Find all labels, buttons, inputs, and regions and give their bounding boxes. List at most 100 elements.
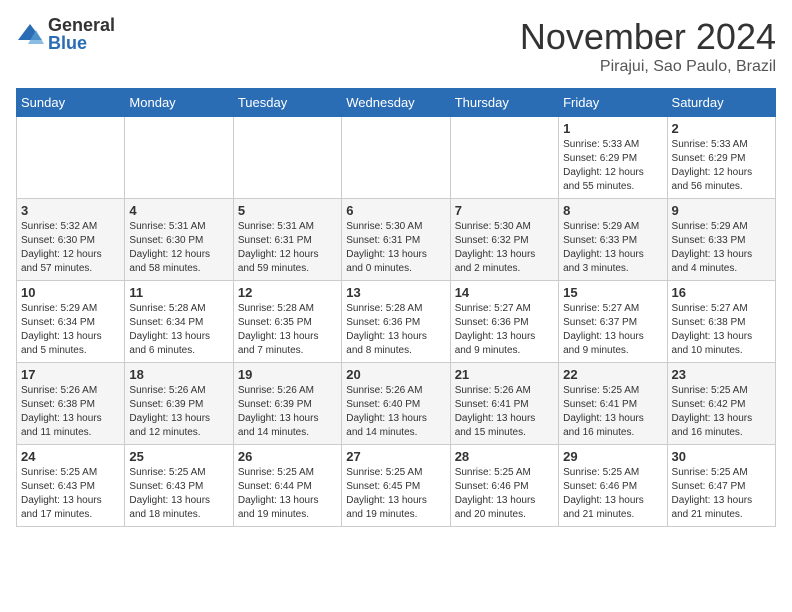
calendar-cell: 7Sunrise: 5:30 AM Sunset: 6:32 PM Daylig… bbox=[450, 199, 558, 281]
day-info: Sunrise: 5:29 AM Sunset: 6:33 PM Dayligh… bbox=[672, 220, 771, 276]
calendar-cell: 8Sunrise: 5:29 AM Sunset: 6:33 PM Daylig… bbox=[559, 199, 667, 281]
logo: General Blue bbox=[16, 16, 115, 52]
day-number: 27 bbox=[346, 449, 445, 464]
calendar-cell bbox=[342, 117, 450, 199]
calendar-cell bbox=[450, 117, 558, 199]
day-info: Sunrise: 5:28 AM Sunset: 6:36 PM Dayligh… bbox=[346, 302, 445, 358]
calendar-cell bbox=[17, 117, 125, 199]
day-number: 5 bbox=[238, 203, 337, 218]
calendar-cell: 26 Sunrise: 5:25 AM Sunset: 6:44 PM Dayli… bbox=[233, 445, 341, 527]
day-number: 29 bbox=[563, 449, 662, 464]
calendar-cell: 2Sunrise: 5:33 AM Sunset: 6:29 PM Daylig… bbox=[667, 117, 775, 199]
title-block: November 2024 Pirajui, Sao Paulo, Brazil bbox=[520, 16, 776, 76]
day-number: 9 bbox=[672, 203, 771, 218]
day-info: Sunrise: 5:25 AM Sunset: 6:47 PM Dayligh… bbox=[672, 466, 771, 522]
calendar-cell: 25 Sunrise: 5:25 AM Sunset: 6:43 PM Dayli… bbox=[125, 445, 233, 527]
day-number: 20 bbox=[346, 367, 445, 382]
day-number: 7 bbox=[455, 203, 554, 218]
logo-blue: Blue bbox=[48, 34, 115, 52]
calendar-cell: 1 Sunrise: 5:33 AM Sunset: 6:29 PM Daylig… bbox=[559, 117, 667, 199]
day-number: 6 bbox=[346, 203, 445, 218]
day-number: 10 bbox=[21, 285, 120, 300]
week-row-3: 17 Sunrise: 5:26 AM Sunset: 6:38 PM Dayli… bbox=[17, 363, 776, 445]
calendar-cell: 27Sunrise: 5:25 AM Sunset: 6:45 PM Dayli… bbox=[342, 445, 450, 527]
day-info: Sunrise: 5:29 AM Sunset: 6:34 PM Dayligh… bbox=[21, 302, 120, 358]
day-number: 14 bbox=[455, 285, 554, 300]
day-info: Sunrise: 5:33 AM Sunset: 6:29 PM Dayligh… bbox=[563, 138, 662, 194]
calendar-table: SundayMondayTuesdayWednesdayThursdayFrid… bbox=[16, 88, 776, 527]
day-info: Sunrise: 5:26 AM Sunset: 6:38 PM Dayligh… bbox=[21, 384, 120, 440]
calendar-cell: 13 Sunrise: 5:28 AM Sunset: 6:36 PM Dayli… bbox=[342, 281, 450, 363]
day-number: 21 bbox=[455, 367, 554, 382]
day-info: Sunrise: 5:25 AM Sunset: 6:42 PM Dayligh… bbox=[672, 384, 771, 440]
day-info: Sunrise: 5:32 AM Sunset: 6:30 PM Dayligh… bbox=[21, 220, 120, 276]
day-info: Sunrise: 5:31 AM Sunset: 6:30 PM Dayligh… bbox=[129, 220, 228, 276]
day-info: Sunrise: 5:25 AM Sunset: 6:41 PM Dayligh… bbox=[563, 384, 662, 440]
week-row-0: 1 Sunrise: 5:33 AM Sunset: 6:29 PM Daylig… bbox=[17, 117, 776, 199]
day-info: Sunrise: 5:25 AM Sunset: 6:44 PM Dayligh… bbox=[238, 466, 337, 522]
day-info: Sunrise: 5:28 AM Sunset: 6:34 PM Dayligh… bbox=[129, 302, 228, 358]
day-info: Sunrise: 5:25 AM Sunset: 6:43 PM Dayligh… bbox=[129, 466, 228, 522]
day-number: 12 bbox=[238, 285, 337, 300]
calendar-cell: 16 Sunrise: 5:27 AM Sunset: 6:38 PM Dayli… bbox=[667, 281, 775, 363]
day-number: 24 bbox=[21, 449, 120, 464]
day-number: 17 bbox=[21, 367, 120, 382]
day-info: Sunrise: 5:28 AM Sunset: 6:35 PM Dayligh… bbox=[238, 302, 337, 358]
calendar-cell: 17 Sunrise: 5:26 AM Sunset: 6:38 PM Dayli… bbox=[17, 363, 125, 445]
day-header-thursday: Thursday bbox=[450, 89, 558, 117]
calendar-cell: 9 Sunrise: 5:29 AM Sunset: 6:33 PM Daylig… bbox=[667, 199, 775, 281]
calendar-cell: 22 Sunrise: 5:25 AM Sunset: 6:41 PM Dayli… bbox=[559, 363, 667, 445]
calendar-cell: 24 Sunrise: 5:25 AM Sunset: 6:43 PM Dayli… bbox=[17, 445, 125, 527]
day-number: 26 bbox=[238, 449, 337, 464]
calendar-cell: 4 Sunrise: 5:31 AM Sunset: 6:30 PM Daylig… bbox=[125, 199, 233, 281]
calendar-cell: 11 Sunrise: 5:28 AM Sunset: 6:34 PM Dayli… bbox=[125, 281, 233, 363]
day-info: Sunrise: 5:29 AM Sunset: 6:33 PM Dayligh… bbox=[563, 220, 662, 276]
calendar-cell: 28Sunrise: 5:25 AM Sunset: 6:46 PM Dayli… bbox=[450, 445, 558, 527]
calendar-cell: 18 Sunrise: 5:26 AM Sunset: 6:39 PM Dayli… bbox=[125, 363, 233, 445]
day-number: 16 bbox=[672, 285, 771, 300]
day-info: Sunrise: 5:25 AM Sunset: 6:46 PM Dayligh… bbox=[455, 466, 554, 522]
day-info: Sunrise: 5:25 AM Sunset: 6:43 PM Dayligh… bbox=[21, 466, 120, 522]
location: Pirajui, Sao Paulo, Brazil bbox=[520, 58, 776, 76]
day-number: 4 bbox=[129, 203, 228, 218]
calendar-cell: 10 Sunrise: 5:29 AM Sunset: 6:34 PM Dayli… bbox=[17, 281, 125, 363]
week-row-2: 10 Sunrise: 5:29 AM Sunset: 6:34 PM Dayli… bbox=[17, 281, 776, 363]
calendar-cell: 23 Sunrise: 5:25 AM Sunset: 6:42 PM Dayli… bbox=[667, 363, 775, 445]
day-number: 19 bbox=[238, 367, 337, 382]
day-header-friday: Friday bbox=[559, 89, 667, 117]
day-info: Sunrise: 5:27 AM Sunset: 6:38 PM Dayligh… bbox=[672, 302, 771, 358]
day-header-saturday: Saturday bbox=[667, 89, 775, 117]
calendar-body: 1 Sunrise: 5:33 AM Sunset: 6:29 PM Daylig… bbox=[17, 117, 776, 527]
day-header-tuesday: Tuesday bbox=[233, 89, 341, 117]
day-number: 18 bbox=[129, 367, 228, 382]
day-info: Sunrise: 5:26 AM Sunset: 6:41 PM Dayligh… bbox=[455, 384, 554, 440]
week-row-4: 24 Sunrise: 5:25 AM Sunset: 6:43 PM Dayli… bbox=[17, 445, 776, 527]
day-number: 1 bbox=[563, 121, 662, 136]
day-info: Sunrise: 5:26 AM Sunset: 6:40 PM Dayligh… bbox=[346, 384, 445, 440]
day-info: Sunrise: 5:27 AM Sunset: 6:37 PM Dayligh… bbox=[563, 302, 662, 358]
calendar-cell: 14 Sunrise: 5:27 AM Sunset: 6:36 PM Dayli… bbox=[450, 281, 558, 363]
logo-text: General Blue bbox=[48, 16, 115, 52]
calendar-cell: 15 Sunrise: 5:27 AM Sunset: 6:37 PM Dayli… bbox=[559, 281, 667, 363]
day-info: Sunrise: 5:25 AM Sunset: 6:46 PM Dayligh… bbox=[563, 466, 662, 522]
day-number: 22 bbox=[563, 367, 662, 382]
day-number: 15 bbox=[563, 285, 662, 300]
day-number: 11 bbox=[129, 285, 228, 300]
day-info: Sunrise: 5:31 AM Sunset: 6:31 PM Dayligh… bbox=[238, 220, 337, 276]
day-info: Sunrise: 5:26 AM Sunset: 6:39 PM Dayligh… bbox=[129, 384, 228, 440]
day-info: Sunrise: 5:30 AM Sunset: 6:31 PM Dayligh… bbox=[346, 220, 445, 276]
calendar-cell: 19Sunrise: 5:26 AM Sunset: 6:39 PM Dayli… bbox=[233, 363, 341, 445]
day-number: 2 bbox=[672, 121, 771, 136]
day-number: 23 bbox=[672, 367, 771, 382]
day-number: 13 bbox=[346, 285, 445, 300]
day-number: 3 bbox=[21, 203, 120, 218]
calendar-cell: 29 Sunrise: 5:25 AM Sunset: 6:46 PM Dayli… bbox=[559, 445, 667, 527]
day-header-wednesday: Wednesday bbox=[342, 89, 450, 117]
calendar-cell: 12 Sunrise: 5:28 AM Sunset: 6:35 PM Dayli… bbox=[233, 281, 341, 363]
month-title: November 2024 bbox=[520, 16, 776, 58]
calendar-cell: 21 Sunrise: 5:26 AM Sunset: 6:41 PM Dayli… bbox=[450, 363, 558, 445]
day-info: Sunrise: 5:27 AM Sunset: 6:36 PM Dayligh… bbox=[455, 302, 554, 358]
day-number: 25 bbox=[129, 449, 228, 464]
logo-icon bbox=[16, 20, 44, 48]
day-header-monday: Monday bbox=[125, 89, 233, 117]
